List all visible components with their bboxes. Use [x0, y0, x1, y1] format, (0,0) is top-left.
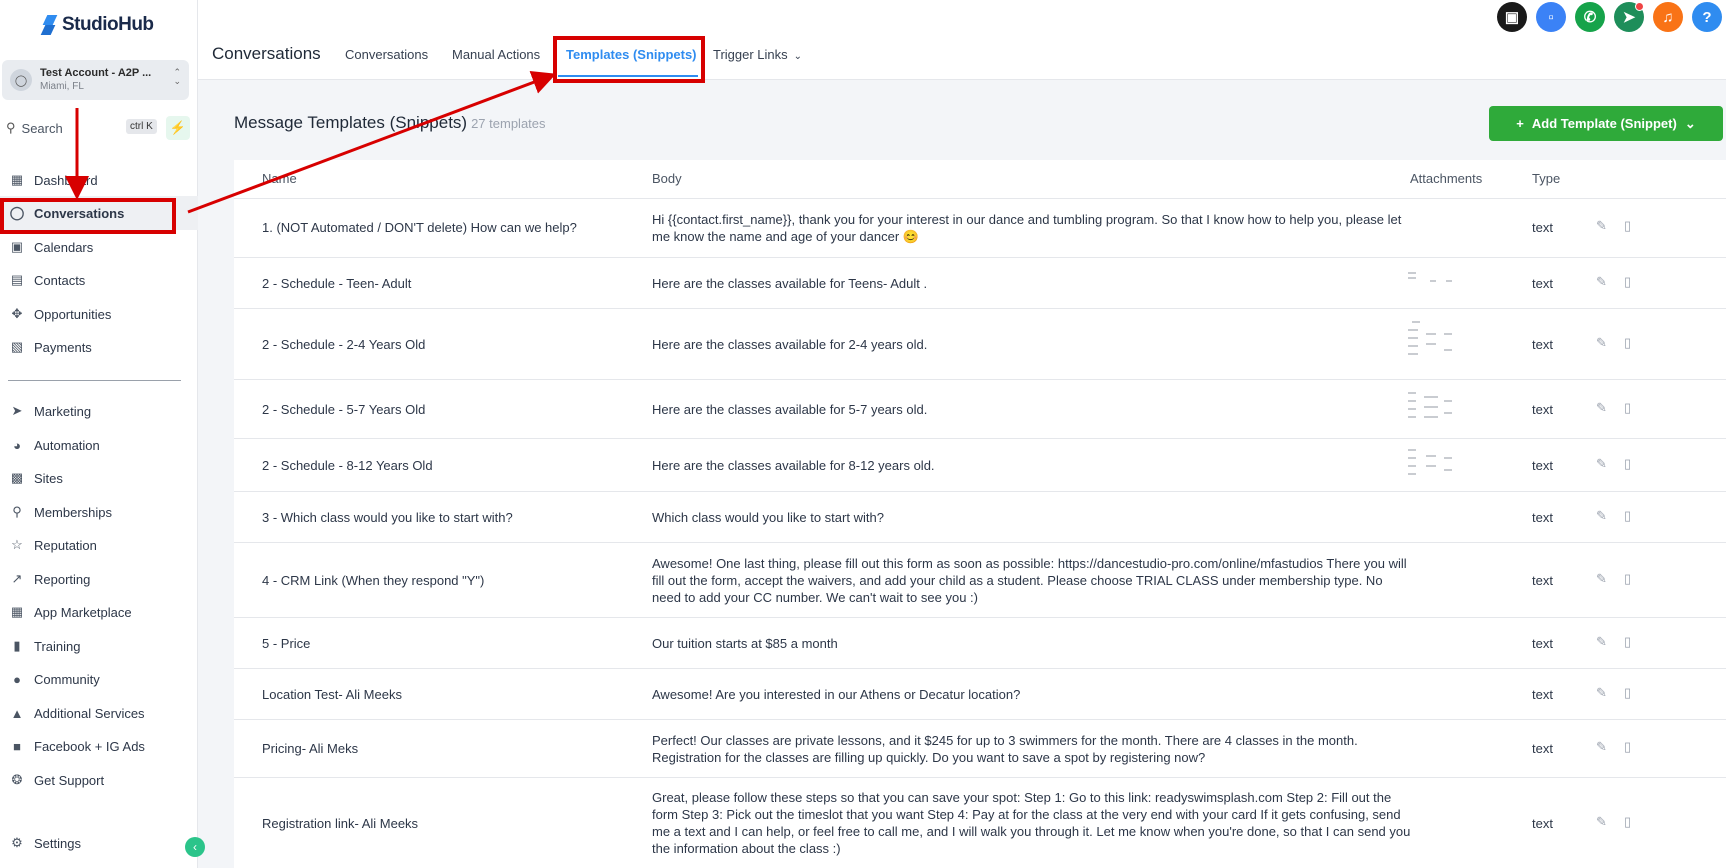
annotation-arrows [65, 70, 557, 214]
arrow-conversations-to-templates [187, 70, 557, 214]
